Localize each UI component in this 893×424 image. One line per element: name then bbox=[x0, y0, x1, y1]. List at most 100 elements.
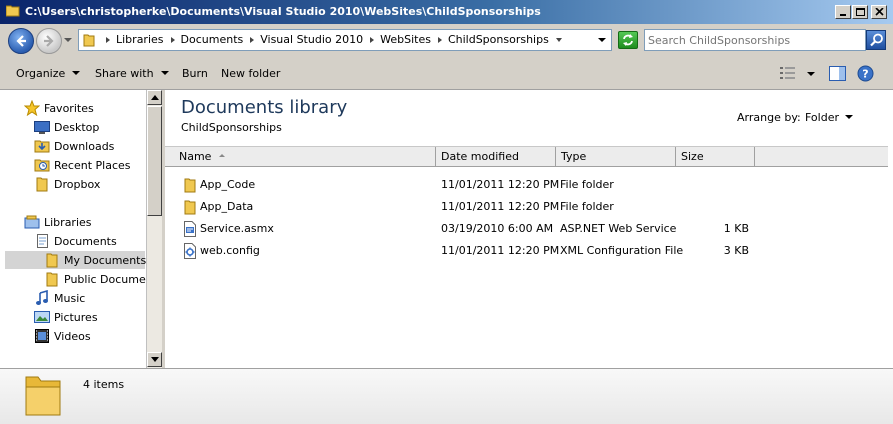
table-row[interactable]: App_Data 11/01/2011 12:20 PM File folder bbox=[165, 196, 888, 218]
file-name: App_Data bbox=[200, 200, 254, 213]
chevron-right-icon[interactable] bbox=[370, 36, 375, 43]
nav-item-pictures[interactable]: Pictures bbox=[34, 308, 98, 326]
file-type: ASP.NET Web Service bbox=[560, 222, 677, 235]
view-details-icon[interactable] bbox=[780, 67, 796, 79]
nav-item-recent-places[interactable]: Recent Places bbox=[34, 156, 131, 174]
chevron-right-icon[interactable] bbox=[437, 36, 442, 43]
breadcrumb-childsponsorships[interactable]: ChildSponsorships bbox=[448, 33, 549, 46]
column-header-size[interactable]: Size bbox=[676, 147, 755, 167]
column-label: Date modified bbox=[441, 150, 519, 163]
nav-item-favorites[interactable]: Favorites bbox=[23, 99, 94, 117]
chevron-down-icon bbox=[151, 357, 159, 362]
view-options-dropdown[interactable] bbox=[807, 72, 815, 76]
asmx-file-icon bbox=[184, 221, 196, 237]
organize-button[interactable]: Organize bbox=[16, 67, 81, 80]
folder-icon bbox=[44, 252, 60, 268]
folder-icon bbox=[6, 5, 20, 17]
column-header-date-modified[interactable]: Date modified bbox=[436, 147, 556, 167]
table-row[interactable]: web.config 11/01/2011 12:20 PM XML Confi… bbox=[165, 240, 888, 262]
file-type: File folder bbox=[560, 200, 614, 213]
breadcrumb-websites[interactable]: WebSites bbox=[380, 33, 431, 46]
minimize-button[interactable] bbox=[835, 5, 851, 19]
navigation-pane: Favorites Desktop Downloads Recent Place… bbox=[0, 90, 146, 368]
maximize-button[interactable] bbox=[852, 5, 868, 19]
nav-item-my-documents[interactable]: My Documents bbox=[5, 251, 146, 269]
maximize-icon bbox=[856, 8, 865, 16]
nav-label: Pictures bbox=[54, 310, 98, 324]
chevron-right-icon[interactable] bbox=[170, 36, 175, 43]
nav-label: My Documents bbox=[64, 253, 146, 267]
nav-label: Public Documents bbox=[64, 272, 146, 286]
chevron-down-icon bbox=[160, 71, 169, 75]
file-type: File folder bbox=[560, 178, 614, 191]
details-pane: 4 items bbox=[0, 368, 893, 424]
file-date: 03/19/2010 6:00 AM bbox=[441, 222, 554, 235]
title-bar[interactable]: C:\Users\christopherke\Documents\Visual … bbox=[0, 0, 893, 24]
search-box[interactable] bbox=[644, 29, 866, 51]
downloads-folder-icon bbox=[34, 138, 50, 154]
folder-icon bbox=[83, 34, 95, 47]
nav-label: Documents bbox=[54, 234, 117, 248]
nav-label: Desktop bbox=[54, 120, 100, 134]
address-bar: Libraries Documents Visual Studio 2010 W… bbox=[0, 24, 893, 58]
breadcrumb-documents[interactable]: Documents bbox=[181, 33, 244, 46]
organize-label: Organize bbox=[16, 67, 66, 80]
navigation-scrollbar[interactable] bbox=[146, 90, 162, 368]
burn-button[interactable]: Burn bbox=[182, 67, 208, 80]
libraries-icon bbox=[24, 214, 40, 230]
breadcrumb-list: Libraries Documents Visual Studio 2010 W… bbox=[99, 33, 568, 46]
search-icon bbox=[870, 33, 883, 47]
file-date: 11/01/2011 12:20 PM bbox=[441, 178, 560, 191]
scroll-thumb[interactable] bbox=[147, 106, 162, 216]
chevron-down-icon[interactable] bbox=[845, 115, 853, 119]
search-input[interactable] bbox=[648, 32, 860, 48]
back-button[interactable] bbox=[8, 28, 34, 54]
chevron-right-icon[interactable] bbox=[106, 36, 110, 43]
chevron-right-icon[interactable] bbox=[250, 36, 255, 43]
folder-icon bbox=[34, 176, 50, 192]
nav-label: Videos bbox=[54, 329, 91, 343]
column-header-bar: Name Date modified Type Size bbox=[165, 146, 888, 167]
nav-item-videos[interactable]: Videos bbox=[34, 327, 91, 345]
column-header-name[interactable]: Name bbox=[174, 147, 436, 167]
column-label: Type bbox=[561, 150, 587, 163]
breadcrumb[interactable]: Libraries Documents Visual Studio 2010 W… bbox=[78, 29, 612, 51]
desktop-icon bbox=[34, 119, 50, 135]
close-icon bbox=[875, 8, 884, 16]
forward-button[interactable] bbox=[36, 28, 62, 54]
scroll-up-button[interactable] bbox=[147, 90, 162, 105]
table-row[interactable]: Service.asmx 03/19/2010 6:00 AM ASP.NET … bbox=[165, 218, 888, 240]
nav-item-music[interactable]: Music bbox=[34, 289, 85, 307]
nav-item-libraries[interactable]: Libraries bbox=[24, 213, 92, 231]
nav-item-public-documents[interactable]: Public Documents bbox=[44, 270, 146, 288]
refresh-button[interactable] bbox=[618, 31, 638, 49]
breadcrumb-visual-studio[interactable]: Visual Studio 2010 bbox=[260, 33, 363, 46]
arrow-left-icon bbox=[16, 35, 26, 47]
nav-item-documents[interactable]: Documents bbox=[34, 232, 117, 250]
column-header-type[interactable]: Type bbox=[556, 147, 676, 167]
breadcrumb-libraries[interactable]: Libraries bbox=[116, 33, 164, 46]
nav-item-dropbox[interactable]: Dropbox bbox=[34, 175, 100, 193]
table-row[interactable]: App_Code 11/01/2011 12:20 PM File folder bbox=[165, 174, 888, 196]
videos-icon bbox=[34, 328, 50, 344]
sort-ascending-icon bbox=[219, 154, 226, 157]
nav-label: Favorites bbox=[44, 101, 94, 115]
close-button[interactable] bbox=[871, 5, 887, 19]
arrange-by-dropdown[interactable]: Folder bbox=[805, 111, 839, 124]
help-icon[interactable]: ? bbox=[857, 65, 874, 82]
nav-item-downloads[interactable]: Downloads bbox=[34, 137, 114, 155]
new-folder-button[interactable]: New folder bbox=[221, 67, 280, 80]
window-title: C:\Users\christopherke\Documents\Visual … bbox=[25, 5, 541, 18]
scroll-down-button[interactable] bbox=[147, 352, 162, 367]
preview-pane-icon[interactable] bbox=[829, 66, 846, 81]
column-label: Name bbox=[179, 150, 212, 163]
recent-pages-dropdown[interactable] bbox=[64, 38, 72, 42]
share-with-label: Share with bbox=[95, 67, 154, 80]
address-history-dropdown[interactable] bbox=[598, 38, 606, 42]
share-with-button[interactable]: Share with bbox=[95, 67, 169, 80]
chevron-right-icon[interactable] bbox=[555, 37, 562, 42]
nav-item-desktop[interactable]: Desktop bbox=[34, 118, 99, 136]
search-button[interactable] bbox=[866, 30, 886, 50]
command-bar: Organize Share with Burn New folder ? bbox=[0, 58, 893, 90]
documents-icon bbox=[34, 233, 50, 249]
